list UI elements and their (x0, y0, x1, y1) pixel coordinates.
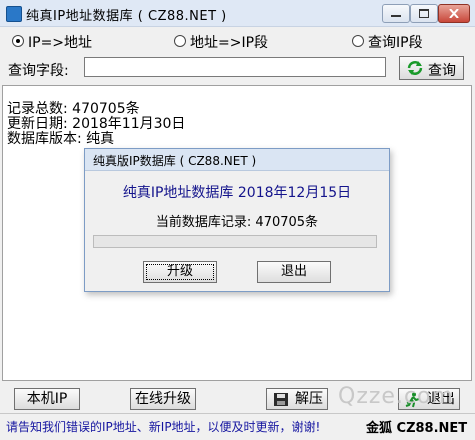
close-icon (449, 9, 459, 18)
app-icon (6, 6, 22, 22)
status-brand: 金狐 CZ88.NET (366, 421, 468, 436)
watermark: Qzze.com (338, 384, 454, 409)
radio-label: 查询IP段 (368, 35, 423, 51)
dialog-db-date: 纯真IP地址数据库 2018年12月15日 (122, 185, 352, 201)
dialog-title: 纯真版IP数据库 ( CZ88.NET ) (93, 154, 257, 168)
upgrade-dialog: 纯真版IP数据库 ( CZ88.NET ) 纯真IP地址数据库 2018年12月… (84, 148, 390, 292)
dialog-title-bar[interactable]: 纯真版IP数据库 ( CZ88.NET ) (85, 149, 389, 171)
db-version: 数据库版本: 纯真 (7, 131, 115, 147)
radio-label: IP=>地址 (28, 35, 93, 51)
refresh-icon (407, 61, 423, 75)
window-title: 纯真IP地址数据库 ( CZ88.NET ) (26, 9, 227, 24)
minimize-button[interactable] (382, 4, 410, 23)
status-message: 请告知我们错误的IP地址、新IP地址，以便及时更新，谢谢! (6, 420, 321, 434)
dialog-record-count: 当前数据库记录: 470705条 (155, 215, 319, 230)
radio-dot (12, 35, 24, 47)
dialog-exit-button[interactable]: 退出 (257, 261, 331, 283)
query-button-label: 查询 (428, 63, 456, 79)
query-input[interactable] (84, 57, 386, 77)
status-bar: 请告知我们错误的IP地址、新IP地址，以便及时更新，谢谢! 金狐 CZ88.NE… (0, 413, 475, 440)
maximize-button[interactable] (410, 4, 438, 23)
online-upgrade-button[interactable]: 在线升级 (130, 388, 196, 410)
local-ip-button[interactable]: 本机IP (14, 388, 80, 410)
query-label: 查询字段: (8, 63, 69, 79)
maximize-icon (419, 9, 429, 18)
decompress-button[interactable]: 解压 (266, 388, 328, 410)
save-disk-icon (274, 393, 288, 406)
minimize-icon (391, 15, 401, 17)
radio-dot (174, 35, 186, 47)
main-window: 纯真IP地址数据库 ( CZ88.NET ) IP=>地址 地址=>IP段 查询… (0, 0, 475, 440)
radio-dot (352, 35, 364, 47)
upgrade-button[interactable]: 升级 (143, 261, 217, 283)
query-button[interactable]: 查询 (399, 56, 464, 80)
close-button[interactable] (438, 4, 470, 23)
upgrade-progress-bar (93, 235, 377, 248)
decompress-label: 解压 (295, 391, 323, 407)
radio-label: 地址=>IP段 (190, 35, 269, 51)
title-bar[interactable]: 纯真IP地址数据库 ( CZ88.NET ) (0, 0, 475, 27)
